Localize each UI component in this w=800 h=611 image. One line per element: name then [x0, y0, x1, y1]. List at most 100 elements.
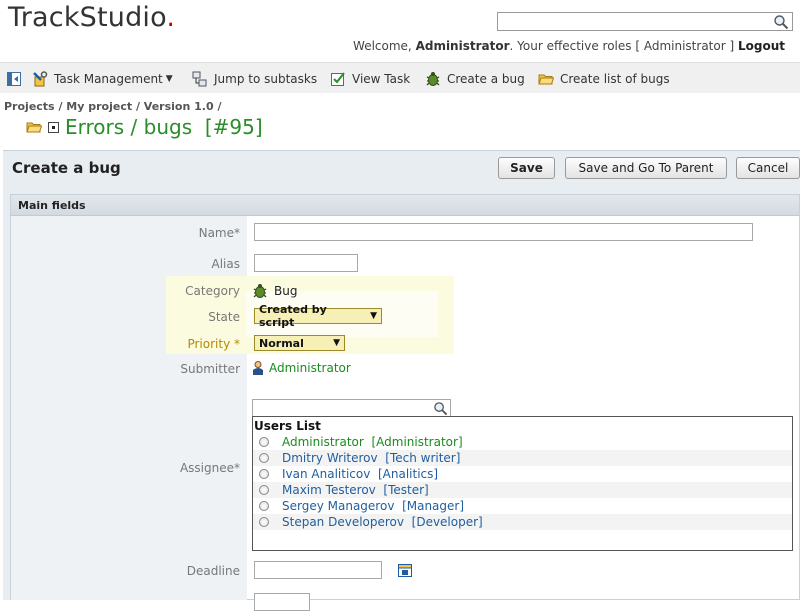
task-number: [#95]: [204, 115, 263, 139]
cancel-button[interactable]: Cancel: [736, 157, 800, 179]
tools-icon: [33, 70, 48, 86]
welcome-prefix: Welcome,: [353, 39, 416, 53]
save-and-go-to-parent-button[interactable]: Save and Go To Parent: [565, 157, 727, 179]
global-search-input[interactable]: [498, 13, 768, 30]
user-row[interactable]: Ivan Analiticov [Analitics]: [253, 466, 792, 482]
user-role: [Administrator]: [371, 435, 463, 449]
user-role: [Tech writer]: [385, 451, 461, 465]
breadcrumb-projects[interactable]: Projects: [4, 100, 55, 113]
view-task-button[interactable]: View Task: [330, 63, 410, 94]
logo-dot: .: [166, 2, 176, 33]
logout-link[interactable]: Logout: [738, 39, 785, 53]
alias-input[interactable]: [254, 254, 358, 272]
jump-to-subtasks-label: Jump to subtasks: [214, 71, 318, 86]
labels-column: [11, 216, 247, 600]
user-name[interactable]: Dmitry Writerov: [282, 451, 378, 465]
breadcrumb-separator: /: [213, 100, 222, 113]
user-radio[interactable]: [259, 517, 269, 527]
search-icon[interactable]: [433, 401, 448, 416]
toolbar: Task Management ▼ Jump to subtasks View …: [0, 62, 800, 93]
user-name[interactable]: Administrator: [282, 435, 364, 449]
user-name[interactable]: Maxim Testerov: [282, 483, 376, 497]
chevron-down-icon: ▼: [165, 73, 173, 84]
submitter-value-row: Administrator: [250, 360, 351, 376]
breadcrumb-version[interactable]: Version 1.0: [144, 100, 214, 113]
create-bug-label: Create a bug: [447, 71, 525, 86]
bug-icon: [426, 71, 440, 86]
assignee-label: Assignee*: [179, 461, 240, 475]
user-search-input[interactable]: [253, 400, 429, 416]
submitter-link[interactable]: Administrator: [269, 361, 351, 375]
user-row[interactable]: Stepan Developerov [Developer]: [253, 514, 792, 530]
user-radio[interactable]: [259, 437, 269, 447]
breadcrumb: Projects / My project / Version 1.0 /: [4, 100, 221, 113]
user-role: [Developer]: [411, 515, 483, 529]
welcome-bar: Welcome, Administrator. Your effective r…: [353, 39, 785, 53]
search-icon[interactable]: [773, 14, 789, 30]
user-name[interactable]: Stepan Developerov: [282, 515, 404, 529]
create-bug-list-button[interactable]: Create list of bugs: [538, 63, 670, 94]
priority-selected-value: Normal: [259, 336, 304, 350]
current-user: Administrator: [415, 39, 510, 53]
user-radio[interactable]: [259, 485, 269, 495]
page-title: Errors / bugs [#95]: [65, 115, 263, 139]
create-bug-button[interactable]: Create a bug: [425, 63, 525, 94]
checklist-icon: [331, 71, 345, 86]
deadline-label: Deadline: [186, 564, 240, 578]
jump-to-subtasks-button[interactable]: Jump to subtasks: [192, 63, 317, 94]
breadcrumb-my-project[interactable]: My project: [66, 100, 132, 113]
name-label: Name*: [198, 226, 240, 240]
task-title-row: Errors / bugs [#95]: [26, 115, 263, 139]
user-row[interactable]: Maxim Testerov [Tester]: [253, 482, 792, 498]
roles-value: [ Administrator ]: [635, 39, 735, 53]
section-title: Main fields: [18, 199, 86, 212]
user-radio[interactable]: [259, 501, 269, 511]
user-icon: [253, 361, 263, 375]
view-task-label: View Task: [352, 71, 411, 86]
bug-icon: [253, 284, 267, 298]
alias-label: Alias: [211, 257, 240, 271]
folder-icon: [538, 74, 554, 84]
subtasks-icon: [192, 71, 207, 86]
user-row[interactable]: Dmitry Writerov [Tech writer]: [253, 450, 792, 466]
user-radio[interactable]: [259, 469, 269, 479]
save-button[interactable]: Save: [498, 157, 555, 179]
category-value-row: Bug: [252, 283, 297, 299]
collapse-panel-button[interactable]: [6, 63, 22, 94]
user-search-field[interactable]: [252, 399, 451, 417]
roles-text: . Your effective roles: [509, 39, 632, 53]
state-label: State: [208, 310, 240, 324]
breadcrumb-separator: /: [132, 100, 144, 113]
collapse-panel-icon: [7, 71, 21, 86]
user-role: [Analitics]: [377, 467, 439, 481]
category-label: Category: [185, 284, 240, 298]
priority-select[interactable]: Normal ▼: [254, 335, 345, 351]
next-field-input[interactable]: [254, 593, 310, 611]
global-search-field[interactable]: [497, 12, 793, 31]
section-header: [11, 195, 799, 216]
dropdown-arrow-icon: ▼: [370, 311, 377, 321]
user-row[interactable]: Administrator [Administrator]: [253, 434, 792, 450]
open-folder-icon: [26, 122, 42, 133]
calendar-icon[interactable]: [397, 562, 413, 578]
breadcrumb-separator: /: [54, 100, 67, 113]
task-management-menu[interactable]: Task Management ▼: [32, 63, 173, 94]
user-name[interactable]: Sergey Managerov: [282, 499, 394, 513]
user-name[interactable]: Ivan Analiticov: [282, 467, 370, 481]
deadline-input[interactable]: [254, 561, 382, 579]
app-logo: TrackStudio.: [8, 2, 175, 33]
state-select[interactable]: Created by script ▼: [254, 303, 382, 329]
form-title: Create a bug: [12, 159, 121, 177]
user-radio[interactable]: [259, 453, 269, 463]
task-management-label: Task Management: [54, 71, 163, 86]
logo-text: TrackStudio: [8, 2, 167, 33]
name-input[interactable]: [254, 223, 753, 241]
create-bug-list-label: Create list of bugs: [560, 71, 670, 86]
task-toggle-icon[interactable]: [48, 121, 59, 133]
user-role: [Manager]: [402, 499, 465, 513]
state-selected-value: Created by script: [259, 303, 327, 329]
users-list-title: Users List: [254, 419, 321, 433]
user-role: [Tester]: [383, 483, 429, 497]
dropdown-arrow-icon: ▼: [333, 338, 340, 348]
user-row[interactable]: Sergey Managerov [Manager]: [253, 498, 792, 514]
